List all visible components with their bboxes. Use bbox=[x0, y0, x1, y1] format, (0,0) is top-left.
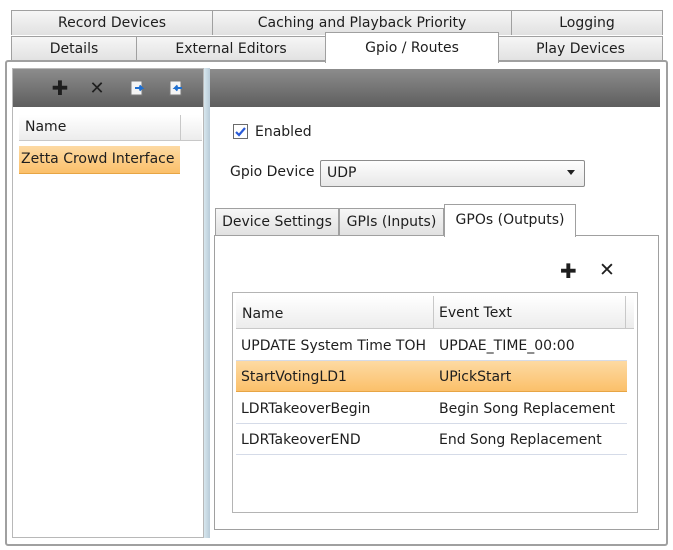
row-event-text: Begin Song Replacement bbox=[439, 401, 615, 417]
plus-icon[interactable]: ✚ bbox=[560, 259, 577, 283]
column-divider[interactable] bbox=[433, 296, 434, 329]
gpio-device-select[interactable]: UDP bbox=[320, 160, 585, 187]
table-row[interactable]: LDRTakeoverEND End Song Replacement bbox=[236, 424, 627, 455]
table-row[interactable]: StartVotingLD1 UPickStart bbox=[236, 361, 627, 392]
tab-gpio-routes[interactable]: Gpio / Routes bbox=[325, 32, 499, 63]
row-name: LDRTakeoverBegin bbox=[241, 401, 371, 417]
tab-gpis-inputs[interactable]: GPIs (Inputs) bbox=[339, 208, 444, 235]
table-row[interactable]: LDRTakeoverBegin Begin Song Replacement bbox=[236, 393, 627, 424]
tab-details[interactable]: Details bbox=[11, 36, 137, 61]
tab-logging[interactable]: Logging bbox=[511, 10, 663, 35]
row-name: UPDATE System Time TOH bbox=[241, 338, 427, 354]
gpio-device-value: UDP bbox=[327, 165, 357, 181]
tab-external-editors[interactable]: External Editors bbox=[136, 36, 326, 61]
row-event-text: End Song Replacement bbox=[439, 432, 602, 448]
plus-icon[interactable]: ✚ bbox=[49, 69, 71, 107]
tab-record-devices[interactable]: Record Devices bbox=[11, 10, 213, 35]
row-name: StartVotingLD1 bbox=[241, 369, 347, 385]
column-header-name[interactable]: Name bbox=[242, 306, 283, 322]
right-toolbar bbox=[210, 69, 660, 107]
enabled-label: Enabled bbox=[255, 124, 312, 140]
left-list-header-divider bbox=[180, 115, 181, 141]
tab-strip: Record Devices Caching and Playback Prio… bbox=[0, 0, 673, 63]
tab-device-settings[interactable]: Device Settings bbox=[215, 208, 339, 235]
tab-gpos-outputs[interactable]: GPOs (Outputs) bbox=[444, 204, 576, 237]
row-name: LDRTakeoverEND bbox=[241, 432, 361, 448]
list-item[interactable]: Zetta Crowd Interface bbox=[19, 146, 180, 174]
table-row[interactable]: UPDATE System Time TOH UPDAE_TIME_00:00 bbox=[236, 330, 627, 361]
gpo-table: Name Event Text UPDATE System Time TOH U… bbox=[232, 292, 638, 513]
row-event-text: UPickStart bbox=[439, 369, 512, 385]
row-event-text: UPDAE_TIME_00:00 bbox=[439, 338, 575, 354]
left-list-header[interactable]: Name bbox=[19, 115, 202, 141]
left-toolbar: ✚ ✕ bbox=[13, 69, 203, 107]
enabled-checkbox[interactable] bbox=[233, 124, 248, 139]
column-divider[interactable] bbox=[625, 296, 626, 329]
list-item-label: Zetta Crowd Interface bbox=[21, 151, 175, 167]
gpio-device-label: Gpio Device bbox=[230, 164, 315, 180]
pane-splitter[interactable] bbox=[204, 68, 210, 538]
import-document-icon[interactable] bbox=[166, 69, 188, 107]
column-header-event-text[interactable]: Event Text bbox=[439, 305, 512, 321]
gpo-table-header: Name bbox=[236, 296, 634, 329]
tab-play-devices[interactable]: Play Devices bbox=[498, 36, 663, 61]
export-document-icon[interactable] bbox=[127, 69, 149, 107]
x-icon[interactable]: ✕ bbox=[86, 69, 108, 107]
left-list-header-label: Name bbox=[25, 119, 67, 135]
x-icon[interactable]: ✕ bbox=[599, 259, 615, 281]
chevron-down-icon bbox=[567, 170, 575, 175]
